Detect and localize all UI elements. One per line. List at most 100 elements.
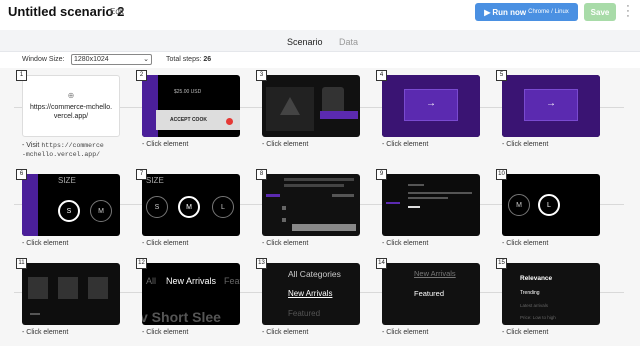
thumb-text: All — [146, 276, 157, 286]
step-action: Click element — [146, 329, 189, 336]
step-card[interactable]: 6 SIZE S M - Click element — [16, 169, 122, 247]
step-thumbnail[interactable]: → — [382, 75, 480, 137]
thumb-text: Relevance — [520, 275, 553, 282]
thumb-text-line — [332, 194, 354, 197]
thumb-text-line — [284, 178, 354, 181]
thumb-text-line — [284, 184, 344, 187]
step-card[interactable]: 12 All New Arrivals Featu v Short Slee -… — [136, 258, 242, 336]
step-action: Click element — [266, 240, 309, 247]
step-thumbnail[interactable]: All New Arrivals Featu v Short Slee — [142, 263, 240, 325]
purple-bar — [266, 194, 280, 197]
step-thumbnail[interactable]: Relevance Trending Latest arrivals Price… — [502, 263, 600, 325]
visit-url-preview: https://commerce-mchello.vercel.app/ — [29, 104, 113, 120]
more-options-icon[interactable]: · · · — [625, 1, 631, 22]
total-steps: Total steps: 26 — [166, 56, 211, 63]
play-icon: ▶ — [484, 7, 491, 17]
step-card[interactable]: 15 Relevance Trending Latest arrivals Pr… — [496, 258, 602, 336]
step-card[interactable]: 13 All Categories New Arrivals Featured … — [256, 258, 362, 336]
step-card[interactable]: 9 - Click element — [376, 169, 482, 247]
step-caption: - Click element — [22, 240, 69, 247]
step-thumbnail[interactable]: $25.00 USD ACCEPT COOK — [142, 75, 240, 137]
thumb-text-line — [408, 184, 424, 186]
step-card[interactable]: 1 ⊕ https://commerce-mchello.vercel.app/… — [16, 70, 122, 159]
step-caption: - Click element — [262, 240, 309, 247]
step-card[interactable]: 10 M L - Click element — [496, 169, 602, 247]
triangle-icon — [280, 97, 300, 115]
step-url: -mchello.vercel.app/ — [22, 151, 101, 158]
step-card[interactable]: 14 New Arrivals Featured - Click element — [376, 258, 482, 336]
step-card[interactable]: 3 - Click element — [256, 70, 362, 148]
thumb-text: New Arrivals — [166, 276, 217, 286]
thumb-text: All Categories — [288, 269, 341, 279]
tab-scenario[interactable]: Scenario — [287, 37, 323, 47]
thumb-text: Featured — [414, 289, 445, 298]
run-environment-label: Chrome / Linux — [528, 9, 569, 15]
thumb-price: $25.00 USD — [174, 89, 202, 95]
step-thumbnail[interactable]: SIZE S M L — [142, 174, 240, 236]
step-caption: - Click element — [142, 240, 189, 247]
thumb-size-m: M — [508, 194, 530, 216]
step-thumbnail[interactable] — [22, 263, 120, 325]
thumb-text: Price: Low to high — [520, 315, 556, 320]
scenario-controls: Window Size: 1280x1024 ⌄ Total steps: 26 — [0, 53, 640, 67]
step-card[interactable]: 5 → - Click element — [496, 70, 602, 148]
thumb-size-label: SIZE — [58, 176, 76, 185]
save-button[interactable]: Save — [584, 3, 616, 21]
step-card[interactable]: 7 SIZE S M L - Click element — [136, 169, 242, 247]
step-number: 3 — [256, 70, 267, 81]
step-thumbnail[interactable]: New Arrivals Featured — [382, 263, 480, 325]
thumb-checkbox — [282, 218, 286, 222]
thumb-size-label: SIZE — [146, 176, 164, 185]
step-number: 9 — [376, 169, 387, 180]
step-action: Click element — [26, 329, 69, 336]
thumb-text: Featu — [224, 276, 240, 286]
step-card[interactable]: 8 - Click element — [256, 169, 362, 247]
purple-bar — [320, 111, 358, 119]
edit-link[interactable]: Edit — [110, 7, 124, 16]
thumb-text-line — [408, 197, 448, 199]
arrow-right-icon: → — [546, 98, 556, 109]
step-thumbnail[interactable] — [262, 174, 360, 236]
thumb-text-line — [408, 192, 472, 194]
step-action: Visit — [26, 142, 40, 149]
step-url: https://commerce — [41, 142, 104, 149]
step-number: 11 — [16, 258, 27, 269]
steps-grid: 1 ⊕ https://commerce-mchello.vercel.app/… — [0, 68, 640, 346]
step-action: Click element — [386, 240, 429, 247]
step-action: Click element — [266, 329, 309, 336]
step-number: 4 — [376, 70, 387, 81]
step-caption: - Click element — [142, 329, 189, 336]
tab-data[interactable]: Data — [339, 37, 358, 47]
thumb-accept-button: ACCEPT COOK — [170, 117, 207, 123]
thumb-size-s: S — [58, 200, 80, 222]
step-card[interactable]: 11 - Click element — [16, 258, 122, 336]
step-action: Click element — [146, 141, 189, 148]
step-thumbnail[interactable] — [262, 75, 360, 137]
step-card[interactable]: 4 → - Click element — [376, 70, 482, 148]
step-number: 5 — [496, 70, 507, 81]
step-number: 13 — [256, 258, 267, 269]
step-number: 15 — [496, 258, 507, 269]
thumb-text-line — [30, 313, 40, 315]
step-thumbnail[interactable]: All Categories New Arrivals Featured — [262, 263, 360, 325]
arrow-right-icon: → — [426, 98, 436, 109]
step-caption: - Visit https://commerce -mchello.vercel… — [22, 142, 104, 158]
thumb-product-image — [88, 277, 108, 299]
step-thumbnail[interactable]: → — [502, 75, 600, 137]
step-caption: - Click element — [502, 329, 549, 336]
step-card[interactable]: 2 $25.00 USD ACCEPT COOK - Click element — [136, 70, 242, 148]
step-thumbnail[interactable]: ⊕ https://commerce-mchello.vercel.app/ — [22, 75, 120, 137]
run-now-button[interactable]: ▶ Run now Chrome / Linux — [475, 3, 578, 21]
chevron-down-icon: ⌄ — [143, 56, 149, 63]
total-steps-label: Total steps: — [166, 56, 202, 63]
step-caption: - Click element — [502, 141, 549, 148]
thumb-product-image — [58, 277, 78, 299]
window-size-select[interactable]: 1280x1024 ⌄ — [71, 54, 152, 65]
step-action: Click element — [386, 141, 429, 148]
step-thumbnail[interactable]: M L — [502, 174, 600, 236]
step-caption: - Click element — [382, 240, 429, 247]
window-size-value: 1280x1024 — [74, 56, 109, 63]
step-thumbnail[interactable]: SIZE S M — [22, 174, 120, 236]
step-number: 1 — [16, 70, 27, 81]
step-thumbnail[interactable] — [382, 174, 480, 236]
